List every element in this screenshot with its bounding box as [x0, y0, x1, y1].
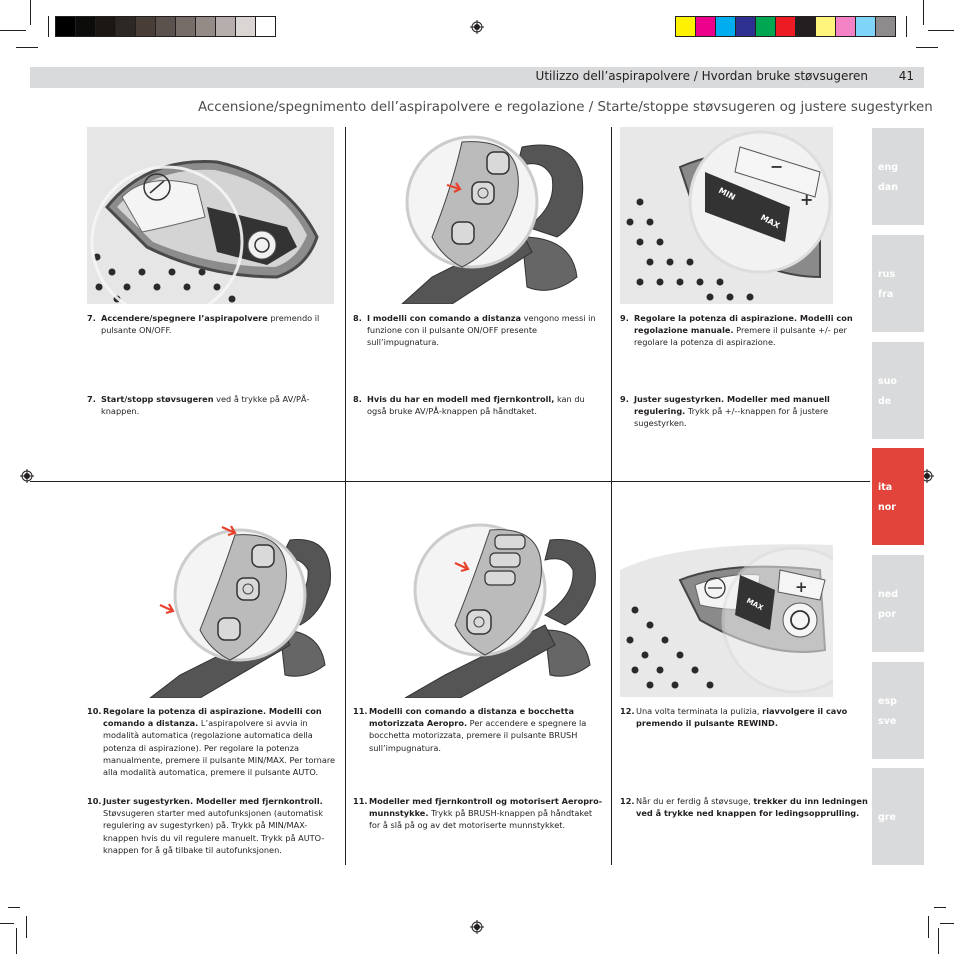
crop-mark — [8, 907, 20, 908]
crop-mark — [0, 30, 26, 31]
color-swatch — [796, 17, 816, 36]
grayscale-swatch — [156, 17, 176, 36]
language-tab-eng-dan[interactable]: eng dan — [872, 128, 924, 225]
grayscale-swatch — [56, 17, 76, 36]
illustration-control-panel-rewind: MAX + — [620, 520, 833, 697]
illustration-handle-remote-onoff — [352, 127, 604, 304]
grayscale-calibration-bar — [55, 16, 276, 37]
step-12-no: 12. Når du er ferdig å støvsuge, trekker… — [620, 796, 868, 819]
illustration-control-panel-onoff — [87, 127, 334, 304]
crop-mark — [0, 923, 14, 924]
color-swatch — [816, 17, 836, 36]
grayscale-swatch — [76, 17, 96, 36]
color-swatch — [836, 17, 856, 36]
crop-mark — [26, 916, 27, 938]
column-divider — [611, 481, 612, 865]
color-swatch — [756, 17, 776, 36]
color-swatch — [716, 17, 736, 36]
grayscale-swatch — [216, 17, 236, 36]
crop-mark — [928, 30, 954, 31]
language-tab-suo-de[interactable]: suo de — [872, 342, 924, 439]
step-8-no: 8. Hvis du har en modell med fjernkontro… — [353, 394, 585, 417]
registration-mark-icon — [470, 920, 484, 934]
step-9-no: 9. Juster sugestyrken. Modeller med manu… — [620, 394, 830, 429]
row-divider — [30, 481, 870, 482]
color-swatch — [736, 17, 756, 36]
grayscale-swatch — [196, 17, 216, 36]
crop-mark — [938, 928, 939, 954]
illustration-control-panel-min-max: MIN MAX − + — [620, 127, 833, 304]
crop-mark — [16, 47, 38, 48]
column-divider — [345, 481, 346, 865]
crop-mark — [934, 907, 946, 908]
color-swatch — [856, 17, 876, 36]
crop-mark — [48, 16, 49, 37]
color-swatch — [876, 17, 895, 36]
language-tab-ita-nor[interactable]: ita nor — [872, 448, 924, 545]
svg-text:+: + — [800, 190, 813, 209]
language-tab-esp-sve[interactable]: esp sve — [872, 662, 924, 759]
step-12-it: 12. Una volta terminata la pulizia, riav… — [620, 706, 848, 729]
crop-mark — [30, 0, 31, 25]
color-swatch — [696, 17, 716, 36]
svg-text:+: + — [795, 578, 808, 596]
step-10-no: 10. Juster sugestyrken. Modeller med fje… — [87, 796, 325, 855]
step-7-no: 7. Start/stopp støvsugeren ved å trykke … — [87, 394, 310, 417]
column-divider — [611, 127, 612, 481]
crop-mark — [16, 928, 17, 954]
grayscale-swatch — [176, 17, 196, 36]
language-tab-gre[interactable]: gre — [872, 768, 924, 865]
crop-mark — [940, 923, 954, 924]
color-swatch — [776, 17, 796, 36]
step-10-it: 10. Regolare la potenza di aspirazione. … — [87, 706, 336, 778]
step-9-it: 9. Regolare la potenza di aspirazione. M… — [620, 313, 853, 348]
step-11-no: 11. Modeller med fjernkontroll og motori… — [353, 796, 603, 831]
grayscale-swatch — [236, 17, 256, 36]
grayscale-swatch — [136, 17, 156, 36]
language-tab-rus-fra[interactable]: rus fra — [872, 235, 924, 332]
step-8-it: 8. I modelli con comando a distanza veng… — [353, 313, 596, 348]
illustration-handle-remote-brush — [405, 515, 605, 698]
section-title: Utilizzo dell’aspirapolvere / Hvordan br… — [535, 69, 868, 83]
illustration-handle-remote-min-max-auto — [140, 515, 340, 698]
step-11-it: 11. Modelli con comando a distanza e boc… — [353, 706, 587, 753]
grayscale-swatch — [96, 17, 116, 36]
crop-mark — [916, 47, 938, 48]
crop-mark — [906, 16, 907, 37]
color-swatch — [676, 17, 696, 36]
page-title: Accensione/spegnimento dell’aspirapolver… — [198, 100, 933, 115]
crop-mark — [923, 0, 924, 25]
page-number: 41 — [898, 69, 914, 83]
grayscale-swatch — [256, 17, 275, 36]
step-7-it: 7. Accendere/spegnere l’aspirapolvere pr… — [87, 313, 320, 336]
crop-mark — [928, 916, 929, 938]
registration-mark-icon — [470, 20, 484, 34]
running-header: Utilizzo dell’aspirapolvere / Hvordan br… — [30, 67, 924, 88]
language-tab-ned-por[interactable]: ned por — [872, 555, 924, 652]
column-divider — [345, 127, 346, 481]
svg-text:−: − — [770, 157, 783, 176]
color-calibration-bar — [675, 16, 896, 37]
grayscale-swatch — [116, 17, 136, 36]
